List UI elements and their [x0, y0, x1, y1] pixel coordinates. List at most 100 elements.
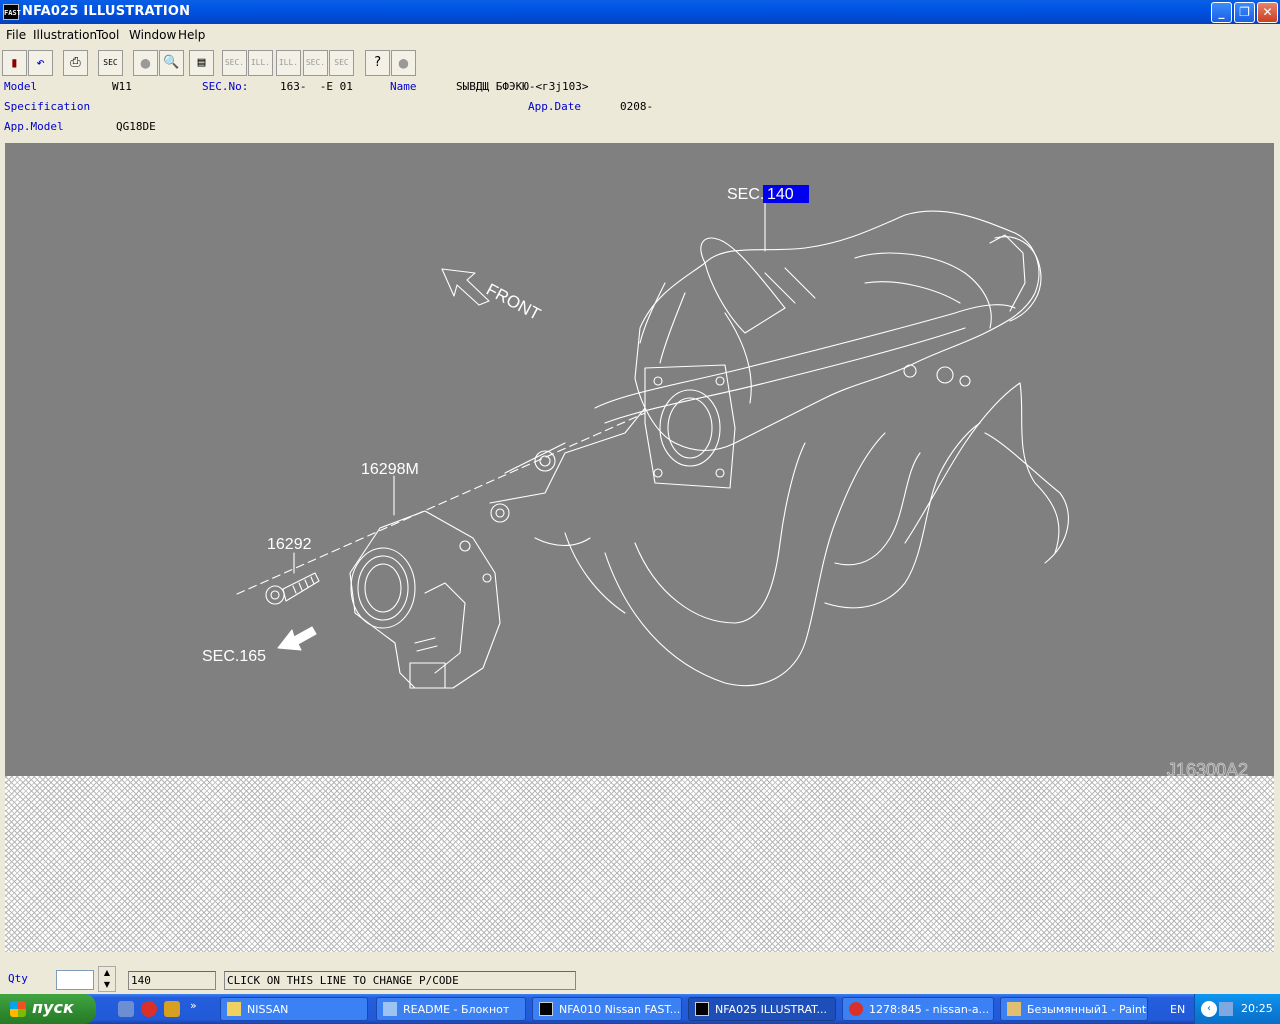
zoom-button[interactable]: 🔍	[159, 50, 184, 76]
help-button[interactable]: ?	[365, 50, 390, 76]
spin-up-icon[interactable]: ▲	[104, 968, 110, 977]
task-opera-label: 1278:845 - nissan-a...	[869, 1003, 990, 1016]
restore-icon: ❐	[1239, 5, 1250, 19]
task-nfa010[interactable]: NFA010 Nissan FAST...	[532, 997, 682, 1021]
stop-button[interactable]: ●	[391, 50, 416, 76]
part-16292-label[interactable]: 16292	[267, 536, 312, 553]
grey-circle-icon: ●	[398, 53, 409, 72]
task-opera[interactable]: 1278:845 - nissan-a...	[842, 997, 994, 1021]
undo-button[interactable]: ↶	[28, 50, 53, 76]
start-button[interactable]: пуск	[0, 994, 96, 1024]
appmodel-value: QG18DE	[116, 120, 156, 133]
circle-icon: ●	[140, 53, 151, 72]
toolbar: ▮ ↶ ⎙ SEC ● 🔍 ▤ SEC. ILL. ILL. SEC. SEC …	[0, 48, 1280, 78]
restore-button[interactable]: ❐	[1234, 2, 1255, 23]
next-sec-button[interactable]: SEC.	[303, 50, 328, 76]
illustration-drawing: SEC. 140 FRONT 16298M 16292 SEC.165 J163…	[202, 185, 1248, 776]
secno-label: SEC.No:	[202, 80, 249, 93]
task-nissan[interactable]: NISSAN	[220, 997, 368, 1021]
menu-bar: File Illustration Tool Window Help	[0, 24, 1280, 46]
exit-button[interactable]: ▮	[2, 50, 27, 76]
pcode-field[interactable]: 140	[128, 971, 216, 990]
circle-button[interactable]: ●	[133, 50, 158, 76]
prev-ill-label: ILL.	[250, 58, 271, 67]
app-icon: FAST	[3, 4, 21, 20]
task-nfa025-label: NFA025 ILLUSTRAT...	[715, 1003, 828, 1016]
task-nfa010-label: NFA010 Nissan FAST...	[559, 1003, 681, 1016]
next-sec-label: SEC.	[305, 58, 326, 67]
sec165-arrow-icon	[277, 626, 317, 651]
undo-icon: ↶	[36, 55, 45, 71]
taskbar: пуск » NISSAN README - Блокнот NFA010 Ni…	[0, 994, 1280, 1024]
close-button[interactable]: ✕	[1257, 2, 1278, 23]
prev-sec-button[interactable]: SEC.	[222, 50, 247, 76]
throttle-body	[349, 510, 501, 689]
quicklaunch-tool-icon[interactable]	[164, 1001, 180, 1017]
front-label: FRONT	[483, 280, 544, 324]
book-icon: ▤	[197, 55, 206, 70]
part-16298m-label[interactable]: 16298M	[361, 461, 419, 478]
menu-window[interactable]: Window	[129, 28, 176, 42]
menu-file[interactable]: File	[6, 28, 26, 42]
paint-icon	[1007, 1002, 1021, 1016]
sec140-prefix: SEC.	[727, 186, 764, 203]
task-readme[interactable]: README - Блокнот	[376, 997, 526, 1021]
clock[interactable]: 20:25	[1241, 1002, 1273, 1015]
window-title: NFA025 ILLUSTRATION	[22, 4, 191, 19]
menu-tool[interactable]: Tool	[96, 28, 119, 42]
quicklaunch-chevron-icon[interactable]: »	[190, 999, 197, 1012]
title-bar[interactable]: FAST NFA025 ILLUSTRATION _ ❐ ✕	[0, 0, 1280, 24]
menu-illustration[interactable]: Illustration	[33, 28, 97, 42]
spec-label: Specification	[4, 100, 91, 113]
task-nissan-label: NISSAN	[247, 1003, 289, 1016]
query-sec-button[interactable]: SEC	[329, 50, 354, 76]
sec-button[interactable]: SEC	[98, 50, 123, 76]
task-readme-label: README - Блокнот	[403, 1003, 510, 1016]
spin-down-icon[interactable]: ▼	[104, 980, 110, 989]
change-pcode-line[interactable]: CLICK ON THIS LINE TO CHANGE P/CODE	[224, 971, 576, 990]
qty-input[interactable]	[56, 970, 94, 990]
start-label: пуск	[32, 998, 74, 1017]
menu-help[interactable]: Help	[178, 28, 205, 42]
network-icon[interactable]	[1219, 1002, 1233, 1016]
close-icon: ✕	[1262, 5, 1273, 19]
model-label: Model	[4, 80, 38, 93]
appdate-value: 0208-	[620, 100, 654, 113]
sec140-link[interactable]: 140	[767, 186, 794, 203]
qty-spinner[interactable]: ▲ ▼	[98, 966, 116, 992]
manifold-bracket	[700, 237, 786, 334]
language-indicator[interactable]: EN	[1170, 1003, 1185, 1016]
name-value: ЅЫВДЩ БФЭКЮ-<г3j103>	[456, 80, 589, 93]
printer-icon: ⎙	[70, 55, 81, 70]
name-label: Name	[390, 80, 417, 93]
task-paint-label: Безымянный1 - Paint	[1027, 1003, 1147, 1016]
folder-icon	[227, 1002, 241, 1016]
secno-value: 163- -E 01	[280, 80, 353, 93]
magnifier-icon: 🔍	[163, 55, 180, 70]
query-sec-label: SEC	[334, 58, 349, 67]
print-button[interactable]: ⎙	[63, 50, 88, 76]
sec165-link[interactable]: SEC.165	[202, 648, 266, 665]
task-paint[interactable]: Безымянный1 - Paint	[1000, 997, 1148, 1021]
next-ill-label: ILL.	[278, 58, 299, 67]
task-nfa025[interactable]: NFA025 ILLUSTRAT...	[688, 997, 836, 1021]
illustration-code: J16300A2	[1167, 760, 1248, 776]
next-ill-button[interactable]: ILL.	[276, 50, 301, 76]
appmodel-label: App.Model	[4, 120, 64, 133]
tray-chevron-icon[interactable]: ‹	[1201, 1001, 1217, 1017]
book-button[interactable]: ▤	[189, 50, 214, 76]
minimize-icon: _	[1218, 5, 1225, 19]
fast-app-icon	[539, 1002, 553, 1016]
quicklaunch-app-icon[interactable]	[118, 1001, 134, 1017]
sec-label: SEC	[103, 58, 118, 67]
windows-flag-icon	[10, 1001, 26, 1017]
front-arrow-icon	[441, 268, 490, 306]
quicklaunch-opera-icon[interactable]	[141, 1001, 157, 1017]
parts-list-area[interactable]	[5, 776, 1274, 952]
opera-icon	[849, 1002, 863, 1016]
notepad-icon	[383, 1002, 397, 1016]
minimize-button[interactable]: _	[1211, 2, 1232, 23]
prev-sec-label: SEC.	[224, 58, 245, 67]
prev-ill-button[interactable]: ILL.	[248, 50, 273, 76]
illustration-panel[interactable]: SEC. 140 FRONT 16298M 16292 SEC.165 J163…	[5, 143, 1274, 776]
